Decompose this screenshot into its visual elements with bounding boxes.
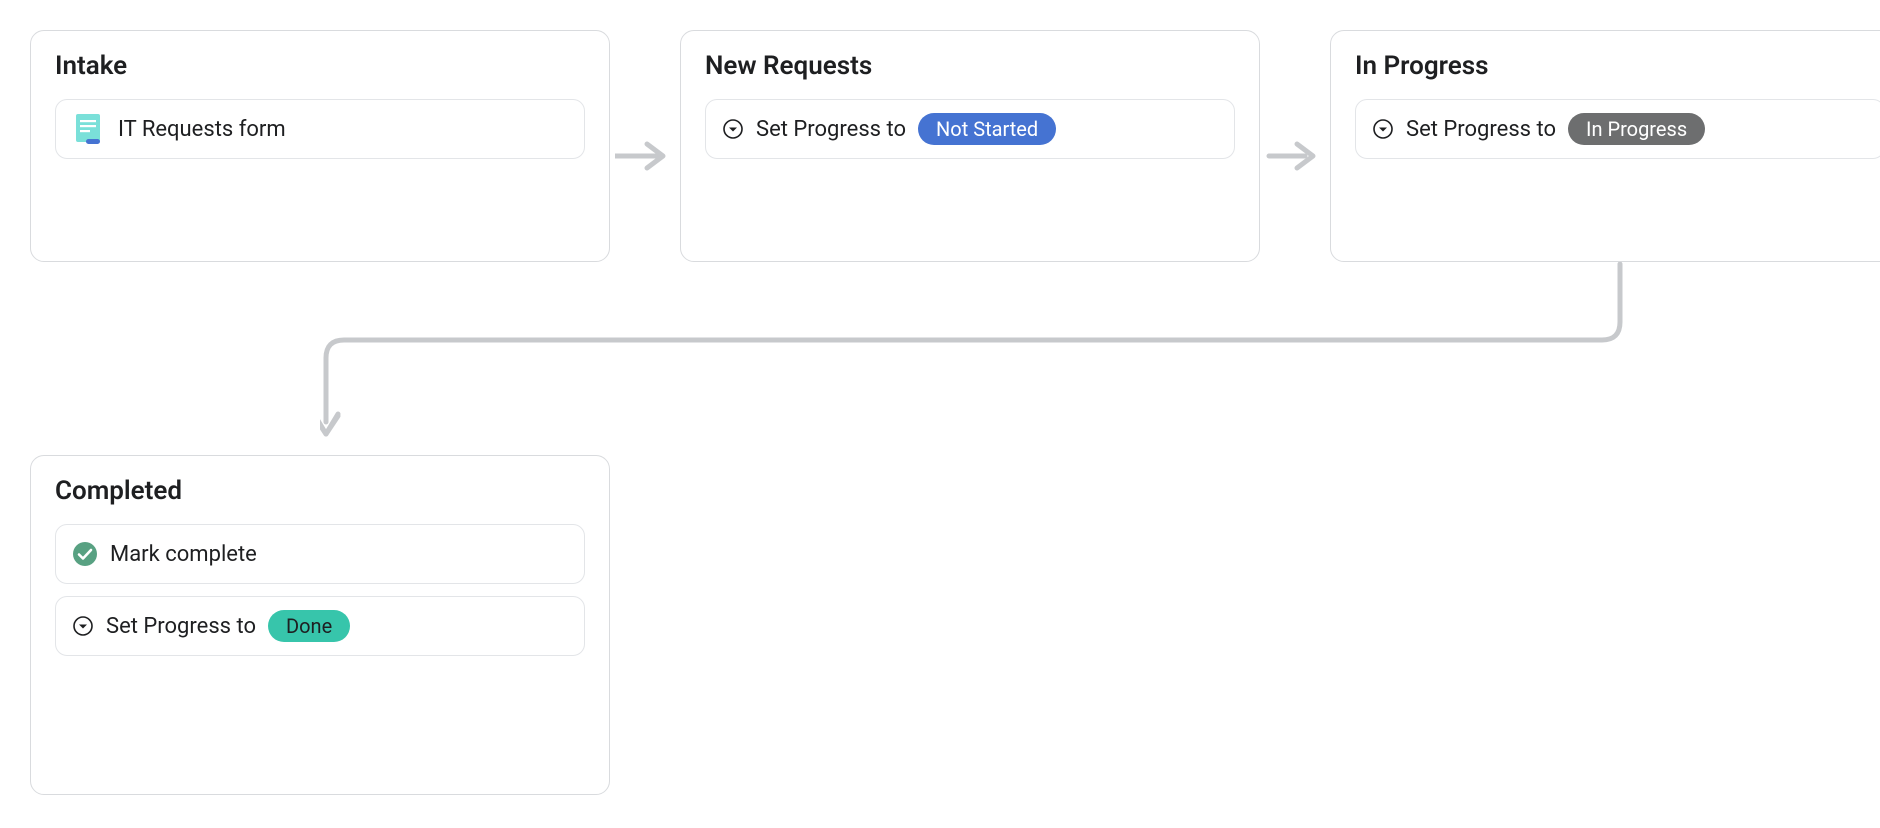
action-set-progress[interactable]: Set Progress to In Progress (1355, 99, 1880, 159)
arrow-inprogress-to-completed (320, 262, 1630, 452)
action-form[interactable]: IT Requests form (55, 99, 585, 159)
stage-title: In Progress (1355, 51, 1880, 81)
chevron-down-circle-icon (72, 615, 94, 637)
stage-title: Intake (55, 51, 585, 81)
action-label: Set Progress to (106, 614, 256, 639)
progress-pill-in-progress: In Progress (1568, 113, 1705, 145)
arrow-new-to-inprogress (1265, 138, 1325, 174)
workflow-canvas: Intake IT Requests form (30, 30, 1850, 798)
stage-completed[interactable]: Completed Mark complete Set Progress to … (30, 455, 610, 795)
stage-title: Completed (55, 476, 585, 506)
action-set-progress[interactable]: Set Progress to Done (55, 596, 585, 656)
arrow-intake-to-new (615, 138, 675, 174)
form-icon (72, 112, 106, 146)
action-label: Set Progress to (756, 117, 906, 142)
stage-in-progress[interactable]: In Progress Set Progress to In Progress (1330, 30, 1880, 262)
chevron-down-circle-icon (1372, 118, 1394, 140)
action-label: Set Progress to (1406, 117, 1556, 142)
progress-pill-not-started: Not Started (918, 113, 1056, 145)
action-set-progress[interactable]: Set Progress to Not Started (705, 99, 1235, 159)
action-label: Mark complete (110, 542, 257, 567)
check-circle-icon (72, 541, 98, 567)
stage-intake[interactable]: Intake IT Requests form (30, 30, 610, 262)
progress-pill-done: Done (268, 610, 350, 642)
action-label: IT Requests form (118, 117, 286, 142)
stage-title: New Requests (705, 51, 1235, 81)
chevron-down-circle-icon (722, 118, 744, 140)
action-mark-complete[interactable]: Mark complete (55, 524, 585, 584)
stage-new-requests[interactable]: New Requests Set Progress to Not Started (680, 30, 1260, 262)
